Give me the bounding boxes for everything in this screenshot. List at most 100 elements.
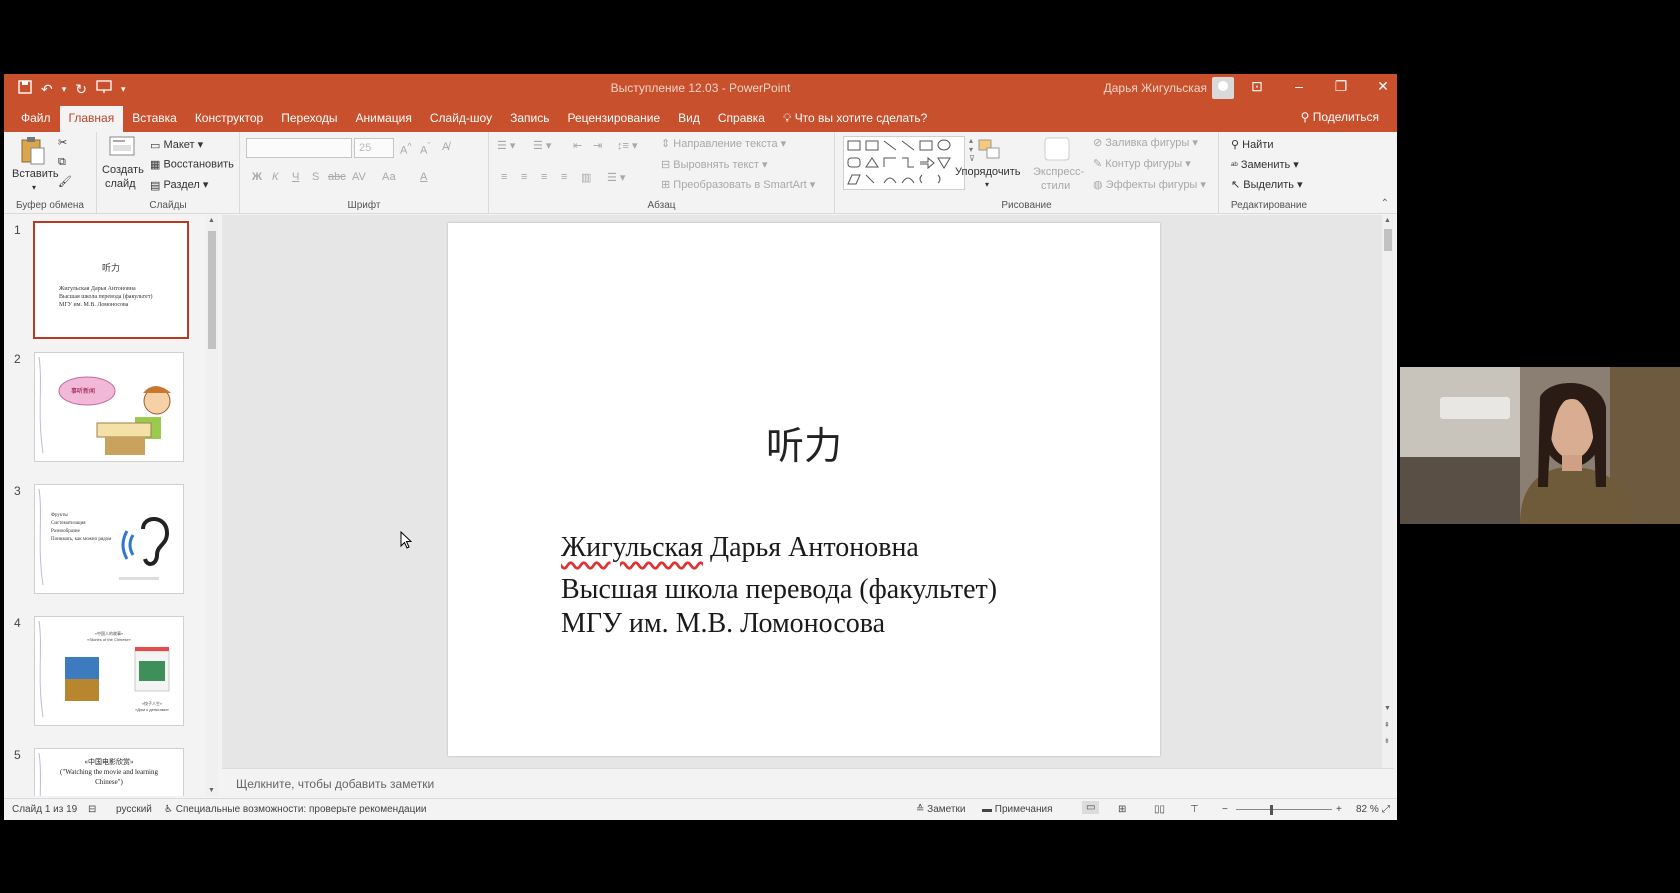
decrease-indent-icon[interactable]: ⇤ [573,139,582,152]
close-icon[interactable]: ✕ [1375,78,1391,95]
slide-scroll-up-icon[interactable]: ▲ [1384,217,1391,224]
slide-scroll-thumb[interactable] [1384,229,1392,251]
find-button[interactable]: ⚲ Найти [1231,138,1274,151]
font-size-input[interactable]: 25 [354,138,394,158]
slideshow-view-icon[interactable]: ⊤ [1190,804,1199,815]
next-slide-icon[interactable]: ⇟ [1384,737,1390,745]
restore-icon[interactable]: ❐ [1333,78,1349,95]
shape-effects-button[interactable]: ◍ Эффекты фигуры ▾ [1093,178,1206,191]
tab-view[interactable]: Вид [669,106,709,132]
tab-review[interactable]: Рецензирование [558,106,669,132]
new-slide-icon[interactable] [109,136,135,161]
clear-formatting-icon[interactable]: A̸ [442,141,449,153]
line-spacing-icon[interactable]: ↕≡ ▾ [617,139,638,152]
layout-button[interactable]: ▭ Макет ▾ [150,138,203,152]
notes-toggle-button[interactable]: ≙ Заметки [916,804,965,815]
text-direction-button[interactable]: ⇕ Направление текста ▾ [661,137,786,150]
zoom-slider-thumb[interactable] [1270,805,1273,815]
copy-icon[interactable]: ⧉ [58,156,66,169]
align-left-icon[interactable]: ≡ [501,171,507,183]
tab-transitions[interactable]: Переходы [272,106,346,132]
shape-fill-button[interactable]: ⊘ Заливка фигуры ▾ [1093,136,1198,149]
thumbnails-scrollbar[interactable]: ▲ ▼ [206,215,218,796]
spellcheck-status-icon[interactable]: ⊟ [88,804,96,815]
accessibility-button[interactable]: ♿︎ Специальные возможности: проверьте ре… [164,804,427,815]
shapes-gallery[interactable] [843,136,965,190]
section-button[interactable]: ▤ Раздел ▾ [150,178,208,192]
slide-area-scrollbar[interactable]: ▲ ▼ ⇞ ⇟ [1382,215,1394,768]
tab-slideshow[interactable]: Слайд-шоу [421,106,501,132]
user-name[interactable]: Дарья Жигульская [1104,81,1207,95]
collapse-ribbon-icon[interactable]: ⌃ [1381,198,1389,209]
slide-thumbnail-4[interactable]: «中国人的故事» «Stories of the Chinese» «饺子人生»… [34,616,184,726]
comments-button[interactable]: ▬ Примечания [982,804,1053,815]
italic-button[interactable]: К [272,171,278,183]
tab-record[interactable]: Запись [501,106,558,132]
current-slide[interactable]: 听力 Жигульская Дарья Антоновна Высшая шко… [448,223,1160,756]
minimize-icon[interactable]: – [1291,78,1307,95]
user-avatar[interactable] [1212,77,1234,99]
zoom-slider[interactable] [1236,809,1332,810]
shrink-font-icon[interactable]: Aˇ [420,141,430,157]
paragraph-more-icon[interactable]: ☰ ▾ [607,171,625,184]
new-slide-label-1[interactable]: Создать [102,164,144,176]
grow-font-icon[interactable]: A^ [400,141,412,157]
shadow-button[interactable]: S [312,171,319,183]
slide-subtitle[interactable]: Жигульская Дарья Антоновна Высшая школа … [561,531,997,641]
reading-view-icon[interactable]: ▯▯ [1154,804,1165,815]
tab-file[interactable]: Файл [12,106,60,132]
tab-design[interactable]: Конструктор [186,106,272,132]
paste-dropdown-icon[interactable]: ▾ [32,183,36,192]
format-painter-icon[interactable]: 🖌︎ [58,175,72,188]
font-color-button[interactable]: А [420,171,427,183]
scroll-up-icon[interactable]: ▲ [208,217,215,224]
paste-icon[interactable] [20,136,46,169]
align-center-icon[interactable]: ≡ [521,171,527,183]
notes-pane[interactable]: Щелкните, чтобы добавить заметки [222,768,1394,798]
bold-button[interactable]: Ж [252,171,262,183]
tab-home[interactable]: Главная [59,106,124,132]
paste-button[interactable]: Вставить [12,168,59,180]
arrange-button[interactable]: Упорядочить [955,166,1020,178]
font-family-input[interactable] [246,138,352,158]
strikethrough-button[interactable]: abc [328,171,346,183]
normal-view-icon[interactable]: ▭ [1082,801,1100,814]
fit-to-window-icon[interactable]: ⤢ [1382,804,1390,815]
character-spacing-button[interactable]: AV [352,171,366,183]
previous-slide-icon[interactable]: ⇞ [1384,721,1390,729]
arrange-icon[interactable] [977,138,1003,165]
align-right-icon[interactable]: ≡ [541,171,547,183]
quick-styles-icon[interactable] [1043,136,1071,165]
scroll-down-icon[interactable]: ▼ [208,787,215,794]
tab-help[interactable]: Справка [709,106,774,132]
quick-styles-label-2[interactable]: стили [1041,180,1070,192]
change-case-button[interactable]: Аа [382,171,396,183]
arrange-dropdown-icon[interactable]: ▾ [985,180,989,189]
tab-insert[interactable]: Вставка [123,106,186,132]
slide-thumbnail-1[interactable]: 听力 Жигульская Дарья Антоновна Высшая шко… [33,221,189,339]
tab-animations[interactable]: Анимация [347,106,421,132]
share-button[interactable]: ⚲ Поделиться [1301,110,1379,124]
reset-button[interactable]: ▦ Восстановить [150,158,234,171]
slide-title[interactable]: 听力 [448,415,1160,470]
tell-me-search[interactable]: 💡︎ Что вы хотите сделать? [774,106,936,132]
columns-icon[interactable]: ▥ [581,171,591,184]
quick-styles-label-1[interactable]: Экспресс- [1033,166,1084,178]
increase-indent-icon[interactable]: ⇥ [593,139,602,152]
new-slide-label-2[interactable]: слайд [105,178,136,190]
shapes-more-icon[interactable]: ▴ ▾ ⊽ [969,136,975,163]
zoom-out-icon[interactable]: − [1222,804,1228,815]
ribbon-display-options-icon[interactable]: ⊡ [1249,78,1265,95]
slide-sorter-view-icon[interactable]: ⊞ [1118,804,1126,815]
zoom-in-icon[interactable]: + [1336,804,1342,815]
cut-icon[interactable]: ✂ [58,136,67,149]
slide-thumbnail-3[interactable]: Фрукты Систематизация Разнообразие Поним… [34,484,184,594]
select-button[interactable]: ↖ Выделить ▾ [1231,178,1303,191]
slide-thumbnail-5[interactable]: «中国电影欣赏» ("Watching the movie and learni… [34,748,184,796]
bullets-icon[interactable]: ☰ ▾ [497,139,515,152]
slide-scroll-down-icon[interactable]: ▼ [1384,705,1391,712]
language-indicator[interactable]: русский [116,804,152,815]
smartart-button[interactable]: ⊞ Преобразовать в SmartArt ▾ [661,178,815,191]
justify-icon[interactable]: ≡ [561,171,567,183]
align-text-button[interactable]: ⊟ Выровнять текст ▾ [661,158,768,171]
